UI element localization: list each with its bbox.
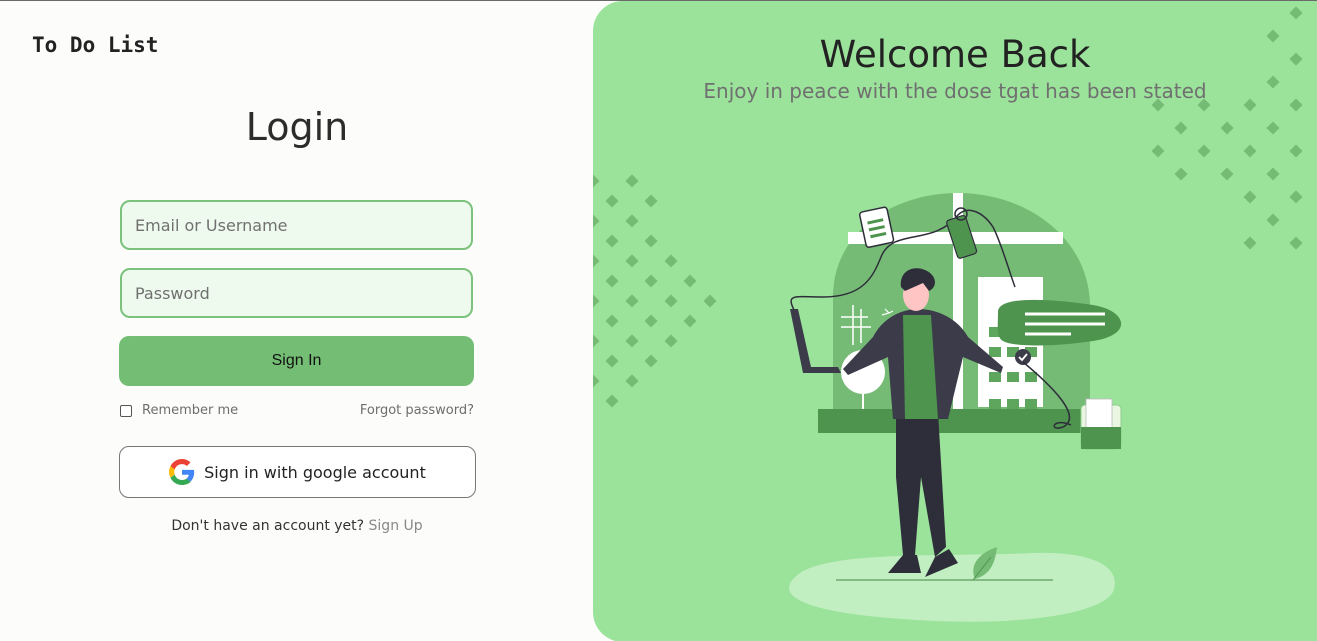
checkbox-icon[interactable]	[120, 404, 132, 417]
password-field[interactable]	[120, 268, 473, 318]
email-field[interactable]	[120, 200, 473, 250]
google-sign-in-button[interactable]: Sign in with google account	[119, 446, 476, 498]
login-title: Login	[245, 105, 349, 149]
signup-prompt: Don't have an account yet? Sign Up	[120, 518, 474, 534]
google-sign-in-label: Sign in with google account	[204, 462, 426, 482]
brand-title: To Do List	[32, 33, 159, 57]
building-base	[818, 409, 1088, 433]
person-legs	[896, 412, 946, 557]
no-account-text: Don't have an account yet?	[171, 518, 369, 534]
remember-me[interactable]: Remember me	[120, 403, 238, 418]
google-logo-icon	[169, 459, 195, 485]
remember-me-label: Remember me	[142, 403, 239, 418]
welcome-subtitle: Enjoy in peace with the dose tgat has be…	[703, 79, 1207, 103]
welcome-panel: Welcome Back Enjoy in peace with the dos…	[593, 1, 1317, 641]
sign-up-link[interactable]: Sign Up	[369, 518, 423, 534]
person-illustration	[789, 193, 1122, 622]
forgot-password-link[interactable]: Forgot password?	[320, 403, 474, 418]
sign-in-button[interactable]: Sign In	[119, 336, 474, 386]
welcome-title: Welcome Back	[819, 33, 1091, 76]
